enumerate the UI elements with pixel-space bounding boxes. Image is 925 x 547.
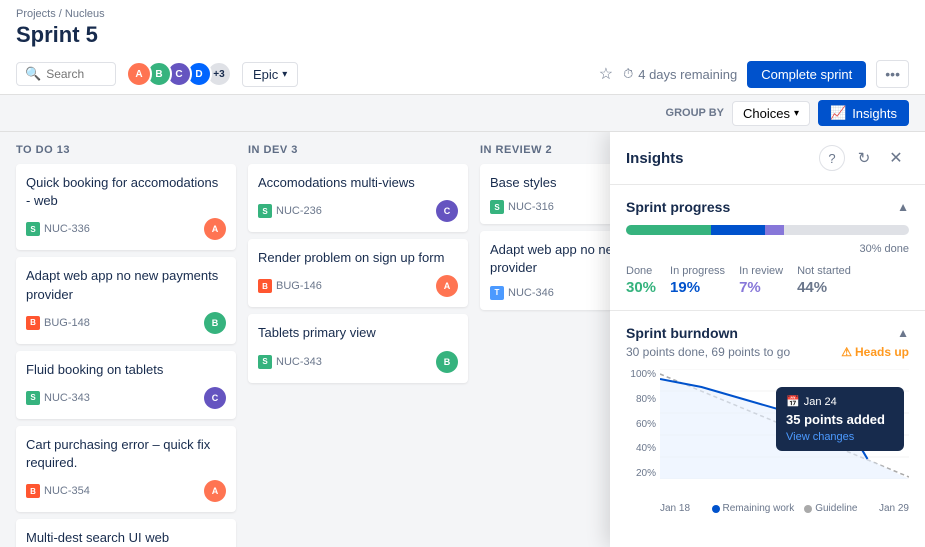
- ticket-id: BUG-148: [44, 317, 90, 329]
- burndown-title: Sprint burndown: [626, 325, 738, 341]
- breadcrumb: Projects / Nucleus: [16, 8, 909, 20]
- help-icon-button[interactable]: ?: [819, 145, 845, 171]
- ticket-id: NUC-336: [44, 223, 90, 235]
- avatar: B: [204, 312, 226, 334]
- burndown-subtitle: 30 points done, 69 points to go: [626, 345, 790, 359]
- group-by-label: GROUP BY: [666, 107, 724, 119]
- choices-button[interactable]: Choices ▾: [732, 101, 810, 126]
- chart-date-start: Jan 18: [660, 503, 690, 514]
- days-remaining: ⏱ 4 days remaining: [623, 66, 737, 82]
- y-label-80: 80%: [626, 394, 656, 405]
- remaining-work-dot: [712, 505, 720, 513]
- column-header-todo: TO DO 13: [16, 144, 236, 156]
- avatar: A: [204, 218, 226, 240]
- epic-label: Epic: [253, 67, 278, 82]
- page-title: Sprint 5: [16, 22, 909, 54]
- story-icon: S: [490, 200, 504, 214]
- warning-icon: ⚠: [841, 345, 852, 359]
- avatar: A: [436, 275, 458, 297]
- column-indev: IN DEV 3 Accomodations multi-views S NUC…: [248, 144, 468, 535]
- insights-panel-title: Insights: [626, 150, 684, 167]
- heads-up-badge: ⚠ Heads up: [841, 345, 909, 359]
- card[interactable]: Cart purchasing error – quick fix requir…: [16, 426, 236, 512]
- ticket-id: NUC-316: [508, 201, 554, 213]
- y-label-40: 40%: [626, 443, 656, 454]
- insights-button[interactable]: 📈 Insights: [818, 100, 909, 126]
- chevron-down-icon: ▾: [282, 69, 287, 80]
- y-label-20: 20%: [626, 468, 656, 479]
- refresh-icon-button[interactable]: ↻: [851, 145, 877, 171]
- card-title: Render problem on sign up form: [258, 249, 458, 267]
- avatar: C: [436, 200, 458, 222]
- insights-panel: Insights ? ↻ ✕ Sprint progress ▲ 30% don…: [610, 132, 925, 547]
- bug-icon: B: [26, 316, 40, 330]
- card[interactable]: Fluid booking on tablets S NUC-343 C: [16, 351, 236, 419]
- chart-icon: 📈: [830, 105, 846, 121]
- sprint-progress-title: Sprint progress: [626, 199, 730, 215]
- task-icon: T: [490, 286, 504, 300]
- star-icon[interactable]: ☆: [599, 64, 613, 84]
- search-input[interactable]: [46, 67, 106, 81]
- card[interactable]: Multi-dest search UI web S NUC-338 D: [16, 519, 236, 547]
- avatar: B: [436, 351, 458, 373]
- card-title: Cart purchasing error – quick fix requir…: [26, 436, 226, 472]
- close-icon-button[interactable]: ✕: [883, 145, 909, 171]
- complete-sprint-button[interactable]: Complete sprint: [747, 61, 866, 88]
- progress-summary: 30% done: [859, 243, 909, 255]
- stat-inprogress: In progress 19%: [670, 265, 725, 296]
- y-label-100: 100%: [626, 369, 656, 380]
- card-title: Accomodations multi-views: [258, 174, 458, 192]
- card-title: Quick booking for accomodations - web: [26, 174, 226, 210]
- ticket-id: NUC-346: [508, 287, 554, 299]
- y-label-60: 60%: [626, 419, 656, 430]
- ticket-id: BUG-146: [276, 280, 322, 292]
- clock-icon: ⏱: [623, 66, 633, 82]
- column-todo: TO DO 13 Quick booking for accomodations…: [16, 144, 236, 535]
- search-box[interactable]: 🔍: [16, 62, 116, 86]
- tooltip-link[interactable]: View changes: [786, 431, 894, 443]
- stat-done: Done 30%: [626, 265, 656, 296]
- chart-date-end: Jan 29: [879, 503, 909, 514]
- chevron-up-icon: ▲: [897, 200, 909, 214]
- ticket-id: NUC-343: [276, 356, 322, 368]
- story-icon: S: [258, 355, 272, 369]
- card[interactable]: Quick booking for accomodations - web S …: [16, 164, 236, 250]
- ticket-id: NUC-354: [44, 485, 90, 497]
- epic-filter-button[interactable]: Epic ▾: [242, 62, 298, 87]
- stat-notstarted: Not started 44%: [797, 265, 851, 296]
- progress-inreview-bar: [765, 225, 785, 235]
- search-icon: 🔍: [25, 66, 41, 82]
- burndown-tooltip: 📅 Jan 24 35 points added View changes: [776, 387, 904, 451]
- story-icon: S: [26, 391, 40, 405]
- ticket-id: NUC-236: [276, 205, 322, 217]
- ticket-id: NUC-343: [44, 392, 90, 404]
- chevron-down-icon: ▾: [794, 108, 799, 119]
- progress-done-bar: [626, 225, 711, 235]
- story-icon: S: [26, 222, 40, 236]
- avatar: A: [204, 480, 226, 502]
- card[interactable]: Tablets primary view S NUC-343 B: [248, 314, 468, 382]
- card-title: Adapt web app no new payments provider: [26, 267, 226, 303]
- avatar: A: [126, 61, 152, 87]
- bug-icon: B: [26, 484, 40, 498]
- card-title: Multi-dest search UI web: [26, 529, 226, 547]
- tooltip-value: 35 points added: [786, 412, 894, 427]
- progress-inprogress-bar: [711, 225, 765, 235]
- avatar: C: [204, 387, 226, 409]
- calendar-icon: 📅: [786, 395, 800, 408]
- bug-icon: B: [258, 279, 272, 293]
- guideline-dot: [804, 505, 812, 513]
- card-title: Fluid booking on tablets: [26, 361, 226, 379]
- card-title: Tablets primary view: [258, 324, 458, 342]
- story-icon: S: [258, 204, 272, 218]
- avatars-group: A B C D +3: [126, 61, 232, 87]
- chart-legend: Remaining work Guideline: [712, 503, 858, 514]
- column-header-indev: IN DEV 3: [248, 144, 468, 156]
- chevron-up-icon: ▲: [897, 326, 909, 340]
- more-options-button[interactable]: •••: [876, 60, 909, 88]
- card[interactable]: Render problem on sign up form B BUG-146…: [248, 239, 468, 307]
- card[interactable]: Accomodations multi-views S NUC-236 C: [248, 164, 468, 232]
- stat-inreview: In review 7%: [739, 265, 783, 296]
- card[interactable]: Adapt web app no new payments provider B…: [16, 257, 236, 343]
